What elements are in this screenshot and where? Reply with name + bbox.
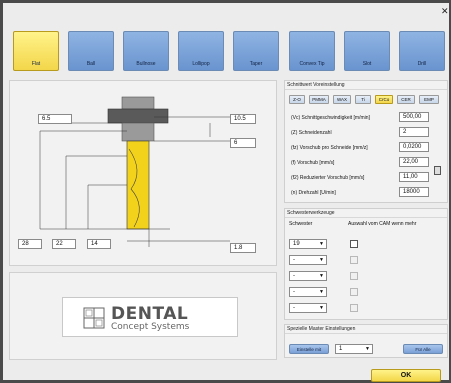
divider: [285, 217, 447, 218]
dim-shank-diameter[interactable]: 6.5: [38, 114, 72, 124]
cutting-presets-section: Schnittwert Voreinstellung Z-O PMMA WAX …: [284, 80, 448, 203]
calculator-icon[interactable]: [434, 166, 441, 175]
tool-type-toolbar: Flat Ball Bullnose Lollipop Taper Convex…: [13, 31, 445, 73]
feed-per-tooth-input[interactable]: 0,0200: [399, 142, 429, 152]
select-value: 1: [339, 346, 343, 352]
chevron-down-icon: ▼: [319, 257, 324, 263]
chevron-down-icon: ▼: [319, 273, 324, 279]
select-value: -: [293, 289, 295, 295]
sister-tool-select[interactable]: - ▼: [289, 287, 327, 297]
cam-select-checkbox[interactable]: [350, 256, 358, 264]
material-ti-button[interactable]: Ti: [355, 95, 371, 104]
tool-label: Lollipop: [192, 61, 210, 67]
flute-count-label: (Z) Schneidenzahl: [291, 130, 332, 136]
cam-select-checkbox[interactable]: [350, 272, 358, 280]
divider: [285, 333, 447, 334]
tool-label: Drill: [417, 61, 427, 67]
tool-ball-button[interactable]: Ball: [68, 31, 114, 71]
tool-lollipop-button[interactable]: Lollipop: [178, 31, 224, 71]
tool-convex-tip-button[interactable]: Convex Tip: [289, 31, 335, 71]
chevron-down-icon: ▼: [319, 289, 324, 295]
chevron-down-icon: ▼: [365, 346, 370, 352]
tool-taper-button[interactable]: Taper: [233, 31, 279, 71]
sister-tool-select[interactable]: 19 ▼: [289, 239, 327, 249]
special-settings-section: Spezielle Master Einstellungen Einstelle…: [284, 324, 448, 358]
tool-bullnose-button[interactable]: Bullnose: [123, 31, 169, 71]
logo-grid-icon: [83, 307, 105, 329]
logo-name: DENTAL: [111, 304, 189, 324]
material-cer-button[interactable]: CER: [397, 95, 415, 104]
dim-cutting-length[interactable]: 14: [87, 239, 111, 249]
tool-geometry-drawing: 6.5 10.5 6 28 22 14 1.8: [9, 80, 277, 266]
sister-tool-select[interactable]: - ▼: [289, 271, 327, 281]
divider: [285, 89, 447, 90]
tool-label: Taper: [249, 61, 263, 67]
close-icon[interactable]: ✕: [441, 7, 449, 16]
section-title: Spezielle Master Einstellungen: [287, 326, 356, 332]
feed-per-tooth-label: (fz) Vorschub pro Schneide [mm/z]: [291, 145, 368, 151]
dim-tip-diameter[interactable]: 1.8: [230, 243, 256, 253]
dim-shaft-length[interactable]: 22: [52, 239, 76, 249]
spindle-speed-label: (n) Drehzahl [U/min]: [291, 190, 336, 196]
select-value: -: [293, 257, 295, 263]
feed-rate-label: (f) Vorschub [mm/s]: [291, 160, 335, 166]
set-with-button[interactable]: Einstelle mit: [289, 344, 329, 354]
flute-count-input[interactable]: 2: [399, 127, 429, 137]
tool-label: Convex Tip: [299, 61, 325, 67]
tool-slot-button[interactable]: Slot: [344, 31, 390, 71]
material-zo-button[interactable]: Z-O: [289, 95, 305, 104]
dim-holder-diameter[interactable]: 10.5: [230, 114, 256, 124]
ok-button[interactable]: OK: [371, 369, 441, 382]
reduced-feed-input[interactable]: 11,00: [399, 172, 429, 182]
select-value: 19: [293, 241, 300, 247]
reduced-feed-label: (f2) Reduzierter Vorschub [mm/s]: [291, 175, 365, 181]
material-emp-button[interactable]: EMP: [419, 95, 439, 104]
sister-tool-select[interactable]: - ▼: [289, 303, 327, 313]
for-all-button[interactable]: Für Alle: [403, 344, 443, 354]
select-value: -: [293, 305, 295, 311]
logo-panel: DENTAL Concept Systems: [9, 272, 277, 360]
dim-total-length[interactable]: 28: [18, 239, 42, 249]
sister-tools-section: Schwesterwerkzeuge Schwester Auswahl vom…: [284, 208, 448, 320]
cam-select-column-header: Auswahl vom CAM wenn mehr: [348, 221, 417, 227]
material-pmma-button[interactable]: PMMA: [309, 95, 329, 104]
sister-column-header: Schwester: [289, 221, 313, 227]
tool-label: Flat: [31, 61, 41, 67]
tool-label: Bullnose: [136, 61, 156, 67]
master-select[interactable]: 1 ▼: [335, 344, 373, 354]
tool-dialog: ✕ Flat Ball Bullnose Lollipop Taper Conv…: [3, 3, 449, 382]
cam-select-checkbox[interactable]: [350, 304, 358, 312]
feed-rate-input[interactable]: 22,00: [399, 157, 429, 167]
logo-subtitle: Concept Systems: [111, 322, 190, 332]
cam-select-checkbox[interactable]: [350, 240, 358, 248]
material-wax-button[interactable]: WAX: [333, 95, 351, 104]
tool-label: Ball: [86, 61, 96, 67]
tool-diagram-svg: [39, 96, 230, 247]
tool-label: Slot: [362, 61, 372, 67]
material-crco-button[interactable]: CrCo: [375, 95, 393, 104]
section-title: Schwesterwerkzeuge: [287, 210, 335, 216]
sister-tool-select[interactable]: - ▼: [289, 255, 327, 265]
cam-select-checkbox[interactable]: [350, 288, 358, 296]
cutting-speed-input[interactable]: 500,00: [399, 112, 429, 122]
tool-drill-button[interactable]: Drill: [399, 31, 445, 71]
chevron-down-icon: ▼: [319, 305, 324, 311]
dim-collar-diameter[interactable]: 6: [230, 138, 256, 148]
tool-flat-button[interactable]: Flat: [13, 31, 59, 71]
cutting-speed-label: (Vc) Schnittgeschwindigkeit [m/min]: [291, 115, 370, 121]
section-title: Schnittwert Voreinstellung: [287, 82, 345, 88]
spindle-speed-input[interactable]: 18000: [399, 187, 429, 197]
chevron-down-icon: ▼: [319, 241, 324, 247]
company-logo: DENTAL Concept Systems: [62, 297, 238, 337]
select-value: -: [293, 273, 295, 279]
